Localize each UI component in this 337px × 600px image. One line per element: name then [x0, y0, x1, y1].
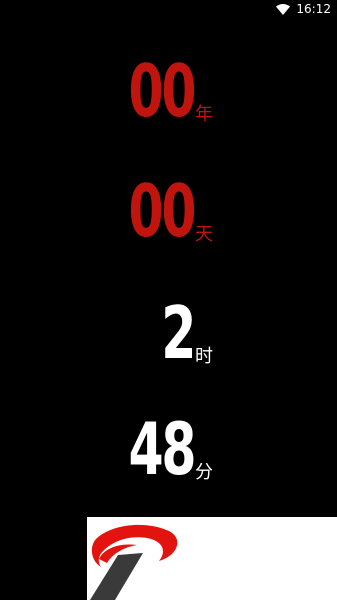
days-unit: 天	[195, 224, 213, 245]
years-value: 00	[128, 49, 196, 133]
days-value: 00	[128, 169, 196, 253]
status-time: 16:12	[296, 2, 331, 16]
years-counter: 00 年	[110, 49, 213, 133]
minutes-unit: 分	[195, 462, 213, 483]
hours-counter: 2 时	[152, 291, 213, 375]
minutes-value: 48	[128, 407, 196, 491]
status-indicators: 16:12	[276, 1, 331, 17]
years-unit: 年	[195, 104, 213, 125]
hours-unit: 时	[195, 346, 213, 367]
brand-logo-icon	[90, 524, 178, 600]
minutes-counter: 48 分	[110, 407, 213, 491]
status-bar: 16:12	[0, 0, 337, 18]
wifi-icon	[276, 3, 291, 15]
logo-banner	[87, 517, 337, 600]
days-counter: 00 天	[110, 169, 213, 253]
hours-value: 2	[161, 291, 196, 375]
